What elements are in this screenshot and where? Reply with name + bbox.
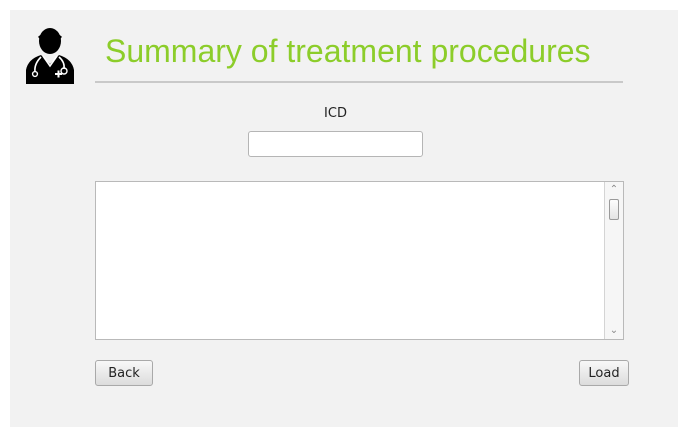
icd-label: ICD — [324, 106, 347, 121]
results-scrollbar[interactable]: ⌃ ⌄ — [604, 182, 623, 339]
load-button[interactable]: Load — [579, 360, 629, 386]
scroll-up-icon[interactable]: ⌃ — [605, 183, 623, 197]
page-title: Summary of treatment procedures — [105, 33, 591, 69]
scroll-thumb[interactable] — [609, 199, 619, 220]
scroll-down-icon[interactable]: ⌄ — [605, 324, 623, 338]
doctor-icon — [26, 28, 74, 84]
results-text-area[interactable]: ⌃ ⌄ — [95, 181, 624, 340]
title-divider — [95, 81, 623, 83]
back-button[interactable]: Back — [95, 360, 153, 386]
app-window: Summary of treatment procedures ICD ⌃ ⌄ … — [10, 10, 678, 427]
icd-input[interactable] — [248, 131, 423, 157]
